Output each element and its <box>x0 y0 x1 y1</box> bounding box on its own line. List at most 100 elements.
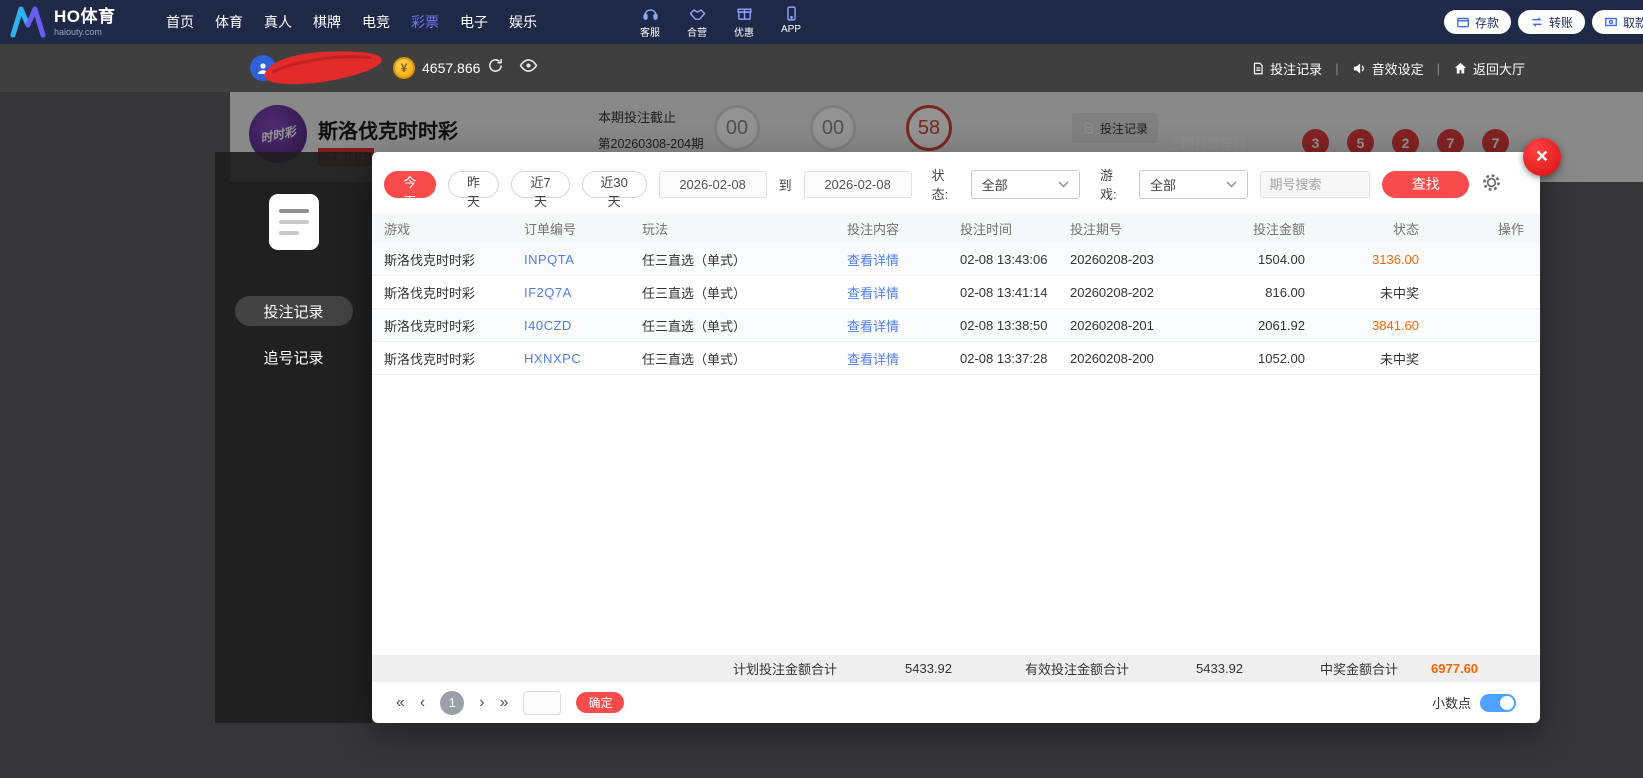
order-code-link[interactable]: I40CZD <box>524 318 642 333</box>
view-details-link[interactable]: 查看详情 <box>847 250 960 269</box>
cell-game: 斯洛伐克时时彩 <box>384 351 476 367</box>
cell-period: 20260208-202 <box>1070 284 1154 300</box>
top-nav: HO体育 haiouty.com 首页 体育 真人 棋牌 电竞 彩票 电子 娱乐… <box>0 0 1643 44</box>
sound-settings-link[interactable]: 音效设定 <box>1352 59 1424 78</box>
cell-period: 20260208-201 <box>1070 317 1154 333</box>
cell-game: 斯洛伐克时时彩 <box>384 318 476 334</box>
promotions-item[interactable]: 优惠 <box>725 5 763 39</box>
quick-icon-label: 优惠 <box>734 28 754 39</box>
deposit-button[interactable]: 存款 <box>1443 10 1511 34</box>
cell-period: 20260208-203 <box>1070 251 1154 267</box>
prev-page-button[interactable]: ‹ <box>420 694 425 712</box>
table-row: 斯洛伐克时时彩 IF2Q7A 任三直选（单式） 查看详情 02-08 13:41… <box>372 276 1540 309</box>
table-row: 斯洛伐克时时彩 HXNXPC 任三直选（单式） 查看详情 02-08 13:37… <box>372 342 1540 375</box>
cell-play: 任三直选（单式） <box>642 252 747 268</box>
sidebar-item-bet-records[interactable]: 投注记录 <box>234 296 353 326</box>
nav-item-cards[interactable]: 棋牌 <box>311 8 343 36</box>
customer-service-item[interactable]: 客服 <box>631 5 669 39</box>
decimal-toggle-switch[interactable] <box>1480 693 1516 712</box>
search-button[interactable]: 查找 <box>1382 170 1469 198</box>
records-sidebar: 投注记录 追号记录 <box>215 152 372 723</box>
cell-time: 02-08 13:41:14 <box>960 284 1048 300</box>
date-to-input[interactable] <box>803 170 912 198</box>
current-page-indicator[interactable]: 1 <box>440 690 465 715</box>
order-code-link[interactable]: HXNXPC <box>524 351 642 366</box>
page-jump-confirm-button[interactable]: 确定 <box>576 692 625 713</box>
cell-status: 3136.00 <box>1372 251 1419 267</box>
brand-logo-icon <box>10 6 46 38</box>
back-to-lobby-link[interactable]: 返回大厅 <box>1453 59 1525 78</box>
brand-text: HO体育 haiouty.com <box>54 8 116 37</box>
nav-item-esports[interactable]: 电竞 <box>360 8 392 36</box>
brand[interactable]: HO体育 haiouty.com <box>0 6 158 38</box>
sound-icon <box>1353 63 1364 73</box>
game-select[interactable]: 全部 <box>1139 169 1249 199</box>
cell-play: 任三直选（单式） <box>642 318 747 334</box>
quick-icon-label: 合营 <box>687 28 707 39</box>
refresh-balance-button[interactable] <box>487 57 504 77</box>
gift-icon <box>736 8 752 20</box>
date-from-input[interactable] <box>658 170 767 198</box>
filter-bar: 今天 昨天 近7天 近30天 到 状态: 全部 游戏: 全部 查找 <box>372 152 1540 213</box>
filter-yesterday-button[interactable]: 昨天 <box>447 170 500 209</box>
withdraw-button[interactable]: 取款 <box>1591 10 1643 34</box>
nav-item-entertainment[interactable]: 娱乐 <box>507 8 539 36</box>
app-download-item[interactable]: APP <box>772 5 810 39</box>
bet-records-link[interactable]: 投注记录 <box>1251 59 1322 78</box>
sidebar-item-chase-records[interactable]: 追号记录 <box>235 342 353 372</box>
filter-30days-button[interactable]: 近30天 <box>581 170 647 209</box>
date-to-label: 到 <box>778 177 792 193</box>
coin-icon: ¥ <box>393 57 415 79</box>
win-total-label: 中奖金额合计 <box>1320 662 1399 677</box>
cell-time: 02-08 13:38:50 <box>960 317 1048 333</box>
col-header-amount: 投注金额 <box>1252 221 1305 237</box>
filter-today-button[interactable]: 今天 <box>384 170 436 209</box>
filter-7days-button[interactable]: 近7天 <box>511 170 570 209</box>
col-header-game: 游戏 <box>384 221 411 237</box>
close-modal-button[interactable]: × <box>1523 138 1561 176</box>
table-empty-space <box>372 375 1540 655</box>
nav-item-sports[interactable]: 体育 <box>213 8 245 36</box>
col-header-time: 投注时间 <box>960 221 1013 237</box>
period-search-input[interactable] <box>1260 170 1371 198</box>
order-code-link[interactable]: INPQTA <box>524 252 642 267</box>
username-redaction-scribble <box>264 51 382 85</box>
toggle-knob <box>1500 695 1514 710</box>
partnership-item[interactable]: 合营 <box>678 5 716 39</box>
page-jump-input[interactable] <box>523 690 562 715</box>
separator: | <box>1436 60 1440 76</box>
phone-icon <box>786 6 796 21</box>
col-header-order: 订单编号 <box>524 221 577 237</box>
view-details-link[interactable]: 查看详情 <box>847 283 960 302</box>
order-code-link[interactable]: IF2Q7A <box>524 285 642 300</box>
transfer-icon <box>1532 17 1542 27</box>
table-row: 斯洛伐克时时彩 I40CZD 任三直选（单式） 查看详情 02-08 13:38… <box>372 309 1540 342</box>
cell-status: 未中奖 <box>1379 351 1419 367</box>
game-filter-label: 游戏: <box>1100 168 1117 202</box>
transfer-button[interactable]: 转账 <box>1517 10 1585 34</box>
cell-status: 未中奖 <box>1379 285 1419 301</box>
bet-records-modal: 今天 昨天 近7天 近30天 到 状态: 全部 游戏: 全部 查找 <box>372 152 1540 723</box>
next-page-button[interactable]: › <box>479 694 484 712</box>
chevron-down-icon <box>1226 180 1238 188</box>
nav-item-live[interactable]: 真人 <box>262 8 294 36</box>
decimal-toggle-label: 小数点 <box>1431 696 1471 711</box>
toggle-balance-visibility-button[interactable] <box>519 58 538 76</box>
status-filter-label: 状态: <box>931 168 949 202</box>
cell-game: 斯洛伐克时时彩 <box>384 285 476 301</box>
view-details-link[interactable]: 查看详情 <box>847 349 960 368</box>
cell-time: 02-08 13:43:06 <box>960 251 1048 267</box>
cell-game: 斯洛伐克时时彩 <box>384 252 476 268</box>
nav-item-slots[interactable]: 电子 <box>458 8 490 36</box>
settings-button[interactable] <box>1481 172 1502 196</box>
plan-total-label: 计划投注金额合计 <box>733 662 838 677</box>
view-details-link[interactable]: 查看详情 <box>847 316 960 335</box>
cell-play: 任三直选（单式） <box>642 351 747 367</box>
first-page-button[interactable]: « <box>396 694 405 712</box>
status-select[interactable]: 全部 <box>970 169 1081 199</box>
last-page-button[interactable]: » <box>500 694 509 712</box>
nav-item-home[interactable]: 首页 <box>164 8 196 36</box>
nav-item-lottery[interactable]: 彩票 <box>409 8 441 36</box>
wallet-label: 取款 <box>1622 15 1643 30</box>
deposit-icon <box>1457 17 1469 28</box>
